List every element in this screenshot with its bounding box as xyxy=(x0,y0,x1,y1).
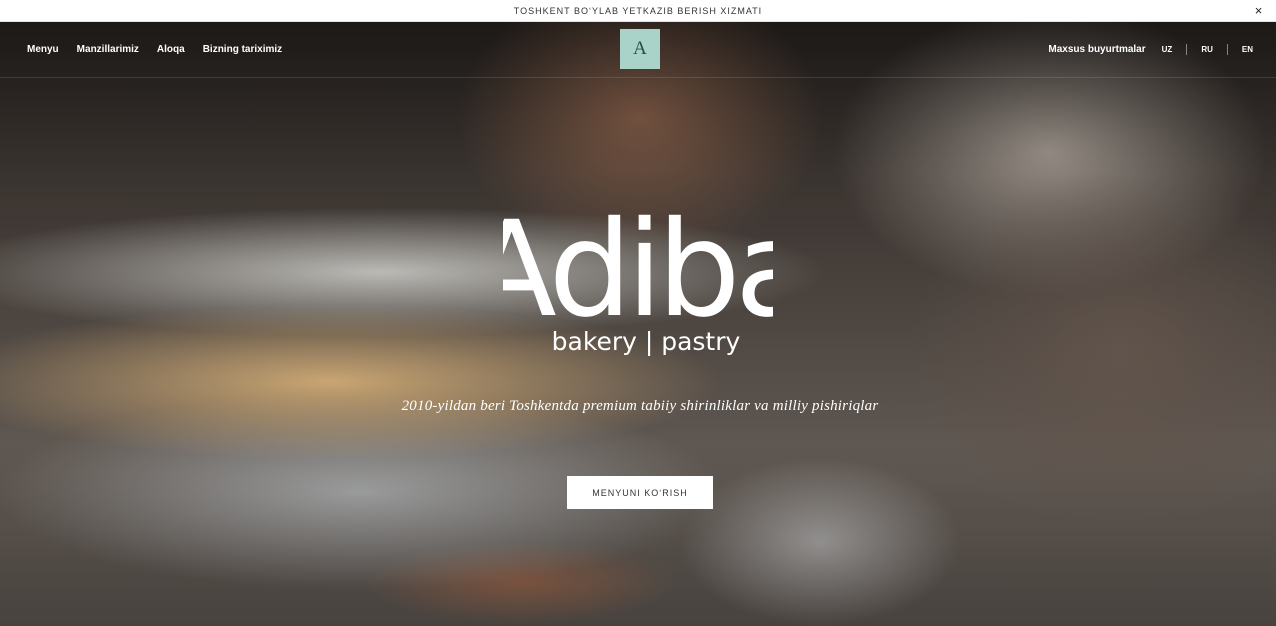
nav-link-locations[interactable]: Manzillarimiz xyxy=(77,44,139,55)
site-logo[interactable]: A xyxy=(620,29,660,69)
view-menu-button[interactable]: MENYUNI KO‘RISH xyxy=(567,476,713,509)
nav-link-history[interactable]: Bizning tariximiz xyxy=(203,44,282,55)
close-icon[interactable]: × xyxy=(1252,3,1266,17)
lang-en[interactable]: EN xyxy=(1242,45,1253,54)
lang-divider xyxy=(1226,44,1228,55)
nav-right: Maxsus buyurtmalar UZ RU EN xyxy=(1048,22,1253,77)
nav-link-contact[interactable]: Aloqa xyxy=(157,44,185,55)
lang-ru[interactable]: RU xyxy=(1201,45,1213,54)
lang-divider xyxy=(1186,44,1188,55)
brand-wordmark: Adiba bakery | pastry xyxy=(503,195,773,356)
brand-logo: Adiba bakery | pastry xyxy=(0,195,1276,360)
nav-link-menu[interactable]: Menyu xyxy=(27,44,59,55)
lang-uz[interactable]: UZ xyxy=(1162,45,1173,54)
brand-name: Adiba xyxy=(503,195,773,347)
announcement-bar: TOSHKENT BO‘YLAB YETKAZIB BERISH XIZMATI… xyxy=(0,0,1276,22)
brand-subtitle: bakery | pastry xyxy=(552,327,741,356)
nav-left: Menyu Manzillarimiz Aloqa Bizning tarixi… xyxy=(27,22,300,77)
hero-tagline: 2010-yildan beri Toshkentda premium tabi… xyxy=(401,398,879,414)
announcement-text: TOSHKENT BO‘YLAB YETKAZIB BERISH XIZMATI xyxy=(513,5,763,16)
special-orders-link[interactable]: Maxsus buyurtmalar xyxy=(1048,44,1145,55)
main-navbar: Menyu Manzillarimiz Aloqa Bizning tarixi… xyxy=(0,22,1276,78)
